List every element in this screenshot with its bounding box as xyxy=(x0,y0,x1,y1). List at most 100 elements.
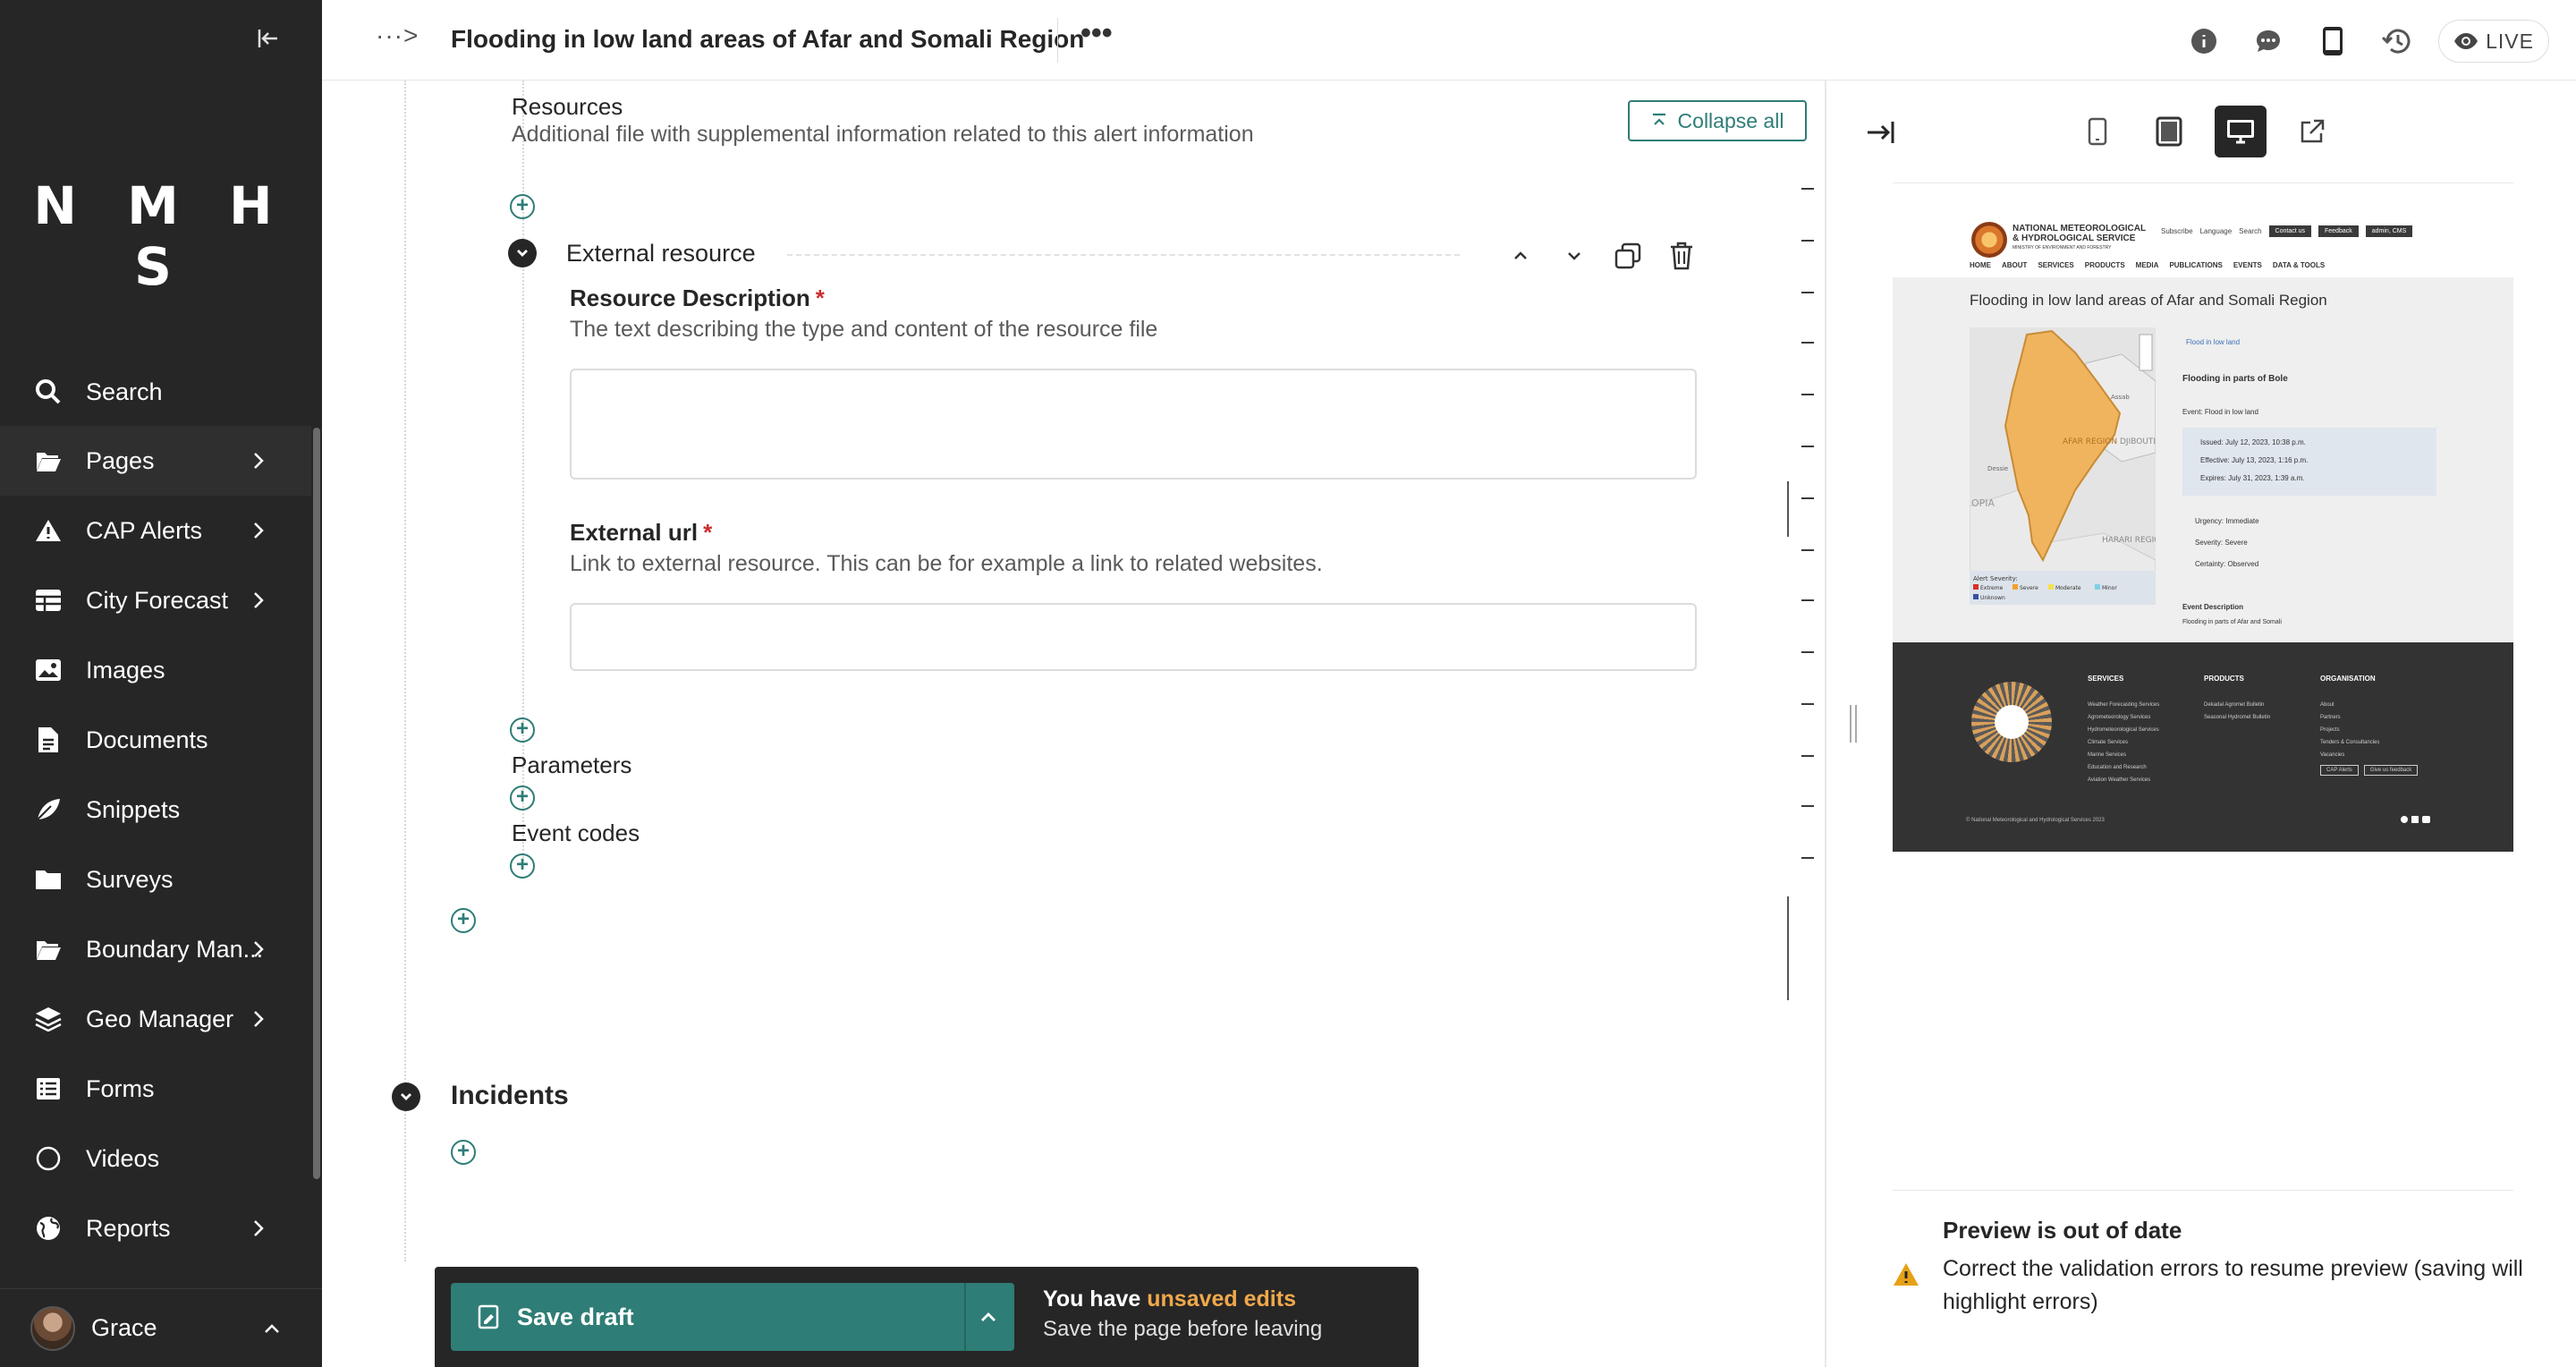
site-org-name: NATIONAL METEOROLOGICAL & HYDROLOGICAL S… xyxy=(2012,224,2146,253)
legend-label: Severe xyxy=(2020,585,2038,591)
footer-link: Education and Research xyxy=(2088,765,2147,770)
layers-icon xyxy=(34,1005,63,1033)
move-down-icon[interactable] xyxy=(1556,238,1592,274)
save-draft-button[interactable]: Save draft xyxy=(451,1283,1014,1351)
add-incident-button[interactable]: + xyxy=(451,1140,476,1165)
sidebar-item-label: Geo Manager xyxy=(86,1005,234,1032)
site-nav-item: HOME xyxy=(1970,261,1991,269)
sidebar-scrollbar[interactable] xyxy=(313,428,320,1179)
site-nav: HOME ABOUT SERVICES PRODUCTS MEDIA PUBLI… xyxy=(1970,261,2325,269)
breadcrumb-expand[interactable]: ···> xyxy=(376,21,419,50)
site-nav-item: ABOUT xyxy=(2002,261,2028,269)
map-label: DJIBOUTI xyxy=(2120,437,2156,446)
save-draft-label: Save draft xyxy=(517,1303,634,1330)
delete-icon[interactable] xyxy=(1664,238,1699,274)
desktop-size-icon[interactable] xyxy=(2215,106,2267,157)
globe-icon xyxy=(34,1214,63,1243)
org-line: MINISTRY OF ENVIRONMENT AND FORESTRY xyxy=(2012,245,2112,250)
unsaved-message: You have unsaved edits xyxy=(1043,1286,1296,1312)
resource-description-input[interactable] xyxy=(570,369,1697,480)
live-status-button[interactable]: LIVE xyxy=(2438,20,2549,63)
add-parameter-button[interactable]: + xyxy=(510,785,535,811)
folder-open-icon xyxy=(34,446,63,475)
sidebar-item-reports[interactable]: Reports xyxy=(0,1193,311,1263)
resize-handle[interactable] xyxy=(1850,705,1857,743)
footer-link: About xyxy=(2320,702,2334,708)
sidebar-search[interactable]: Search xyxy=(0,367,322,417)
chevron-right-icon xyxy=(254,453,264,469)
avatar xyxy=(30,1305,75,1351)
list-icon xyxy=(34,1074,63,1103)
footer-copyright: © National Meteorological and Hydrologic… xyxy=(1966,818,2105,823)
collapse-all-button[interactable]: Collapse all xyxy=(1628,100,1807,141)
site-contact: Contact us xyxy=(2268,225,2311,237)
chevron-up-icon[interactable] xyxy=(975,1304,1002,1331)
more-actions-button[interactable]: ••• xyxy=(1080,16,1113,51)
close-preview-icon[interactable] xyxy=(1862,115,1898,150)
sidebar-item-surveys[interactable]: Surveys xyxy=(0,845,311,914)
event-description-title: Event Description xyxy=(2182,603,2244,611)
sidebar-item-label: Images xyxy=(86,656,165,684)
open-in-new-tab-icon[interactable] xyxy=(2286,106,2338,157)
alert-effective: Effective: July 13, 2023, 1:16 p.m. xyxy=(2200,456,2309,464)
add-block-button[interactable]: + xyxy=(510,194,535,219)
sidebar-item-label: Reports xyxy=(86,1214,171,1242)
header-divider xyxy=(1057,18,1058,63)
sidebar: N M H S Search Pages CAP Alerts City For… xyxy=(0,0,322,1367)
add-block-button[interactable]: + xyxy=(451,908,476,933)
account-menu[interactable]: Grace xyxy=(0,1288,322,1367)
footer-link: Agrometeorology Services xyxy=(2088,715,2151,720)
collapse-all-label: Collapse all xyxy=(1677,108,1784,132)
sidebar-item-pages[interactable]: Pages xyxy=(0,426,311,496)
legend-label: Extreme xyxy=(1980,585,2004,591)
add-event-code-button[interactable]: + xyxy=(510,853,535,879)
tablet-size-icon[interactable] xyxy=(2143,106,2195,157)
page-header: ···> Flooding in low land areas of Afar … xyxy=(322,0,2576,81)
resource-description-help: The text describing the type and content… xyxy=(570,317,1158,342)
duplicate-icon[interactable] xyxy=(1610,238,1646,274)
mobile-size-icon[interactable] xyxy=(2072,106,2123,157)
org-line: & HYDROLOGICAL SERVICE xyxy=(2012,233,2136,243)
sidebar-item-label: Documents xyxy=(86,726,208,753)
legend-swatch-severe xyxy=(2012,584,2018,590)
footer-link: Weather Forecasting Services xyxy=(2088,702,2160,708)
add-block-button[interactable]: + xyxy=(510,717,535,743)
sidebar-item-label: City Forecast xyxy=(86,586,229,614)
sidebar-item-boundary-manager[interactable]: Boundary Man... xyxy=(0,914,311,984)
footer-services: SERVICES Weather Forecasting Services Ag… xyxy=(2088,675,2159,790)
preview-divider xyxy=(1893,1190,2513,1191)
live-label: LIVE xyxy=(2486,29,2534,53)
move-up-icon[interactable] xyxy=(1503,238,1538,274)
image-icon xyxy=(34,656,63,684)
sidebar-item-forms[interactable]: Forms xyxy=(0,1054,311,1124)
history-icon[interactable] xyxy=(2374,18,2420,64)
sidebar-item-label: CAP Alerts xyxy=(86,516,203,544)
alert-event: Event: Flood in low land xyxy=(2182,408,2258,416)
header-actions: LIVE xyxy=(2181,18,2549,64)
info-icon[interactable] xyxy=(2181,18,2227,64)
sidebar-item-images[interactable]: Images xyxy=(0,635,311,705)
collapse-sidebar-icon[interactable] xyxy=(252,25,284,57)
sidebar-item-label: Forms xyxy=(86,1074,155,1102)
sidebar-item-snippets[interactable]: Snippets xyxy=(0,775,311,845)
external-url-input[interactable] xyxy=(570,603,1697,671)
sidebar-item-documents[interactable]: Documents xyxy=(0,705,311,775)
sidebar-item-city-forecast[interactable]: City Forecast xyxy=(0,565,311,635)
site-logo[interactable]: N M H S xyxy=(0,175,322,297)
footer-link: Partners xyxy=(2320,715,2341,720)
footer-link: Hydrometeorological Services xyxy=(2088,727,2159,733)
block-collapse-toggle[interactable] xyxy=(508,239,537,267)
folder-icon xyxy=(34,865,63,894)
map-label: Dessie xyxy=(1987,465,2008,472)
preview-frame[interactable]: NATIONAL METEOROLOGICAL & HYDROLOGICAL S… xyxy=(1893,208,2513,852)
incidents-collapse-toggle[interactable] xyxy=(392,1083,420,1111)
unsaved-message-prefix: You have xyxy=(1043,1286,1148,1312)
comments-icon[interactable] xyxy=(2245,18,2292,64)
required-marker: * xyxy=(815,284,825,311)
sidebar-item-geo-manager[interactable]: Geo Manager xyxy=(0,984,311,1054)
sidebar-item-cap-alerts[interactable]: CAP Alerts xyxy=(0,496,311,565)
sidebar-item-videos[interactable]: Videos xyxy=(0,1124,311,1193)
mobile-preview-icon[interactable] xyxy=(2309,18,2356,64)
alert-severity: Severity: Severe xyxy=(2195,539,2248,547)
site-footer: SERVICES Weather Forecasting Services Ag… xyxy=(1893,642,2513,852)
